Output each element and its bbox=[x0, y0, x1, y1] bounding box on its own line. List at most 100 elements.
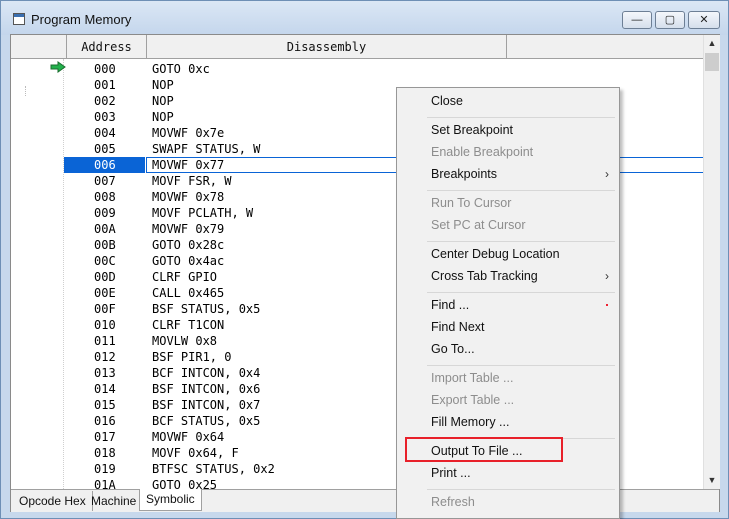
address-cell: 006 bbox=[94, 158, 116, 172]
menu-item-set-pc-at-cursor[interactable]: Set PC at Cursor bbox=[399, 214, 617, 236]
address-cell: 012 bbox=[94, 350, 116, 364]
disassembly-cell: CLRF GPIO bbox=[152, 270, 218, 284]
minimize-button[interactable]: — bbox=[622, 11, 652, 29]
menu-item-find-next[interactable]: Find Next bbox=[399, 316, 617, 338]
menu-item-export-table[interactable]: Export Table ... bbox=[399, 389, 617, 411]
vertical-scrollbar[interactable]: ▲ ▼ bbox=[703, 35, 720, 489]
disassembly-cell: BCF STATUS, 0x5 bbox=[152, 414, 261, 428]
column-header-address[interactable]: Address bbox=[67, 35, 147, 59]
disassembly-cell: NOP bbox=[152, 94, 174, 108]
title-bar[interactable]: Program Memory — ▢ ✕ bbox=[1, 1, 728, 35]
find-marker-dot bbox=[606, 304, 608, 306]
address-cell: 014 bbox=[94, 382, 116, 396]
address-cell: 009 bbox=[94, 206, 116, 220]
table-header: Address Disassembly bbox=[11, 35, 703, 59]
menu-separator bbox=[427, 241, 615, 242]
menu-separator bbox=[427, 292, 615, 293]
menu-item-enable-breakpoint[interactable]: Enable Breakpoint bbox=[399, 141, 617, 163]
disassembly-cell: MOVLW 0x8 bbox=[152, 334, 218, 348]
disassembly-cell: BSF STATUS, 0x5 bbox=[152, 302, 261, 316]
menu-item-label: Set Breakpoint bbox=[431, 123, 513, 137]
disassembly-cell: MOVWF 0x77 bbox=[152, 158, 225, 172]
scroll-up-icon[interactable]: ▲ bbox=[704, 35, 720, 52]
tab-symbolic[interactable]: Symbolic bbox=[139, 489, 202, 511]
address-cell: 00C bbox=[94, 254, 116, 268]
address-cell: 00D bbox=[94, 270, 116, 284]
column-header-disassembly[interactable]: Disassembly bbox=[147, 35, 507, 59]
menu-separator bbox=[427, 365, 615, 366]
address-cell: 008 bbox=[94, 190, 116, 204]
disassembly-cell: BCF INTCON, 0x4 bbox=[152, 366, 261, 380]
disassembly-cell: BTFSC STATUS, 0x2 bbox=[152, 462, 275, 476]
disassembly-cell: BSF PIR1, 0 bbox=[152, 350, 232, 364]
window-title: Program Memory bbox=[31, 12, 132, 27]
menu-item-close[interactable]: Close bbox=[399, 90, 617, 112]
address-cell: 015 bbox=[94, 398, 116, 412]
disassembly-cell: MOVF FSR, W bbox=[152, 174, 232, 188]
disassembly-cell: BSF INTCON, 0x7 bbox=[152, 398, 261, 412]
address-cell: 000 bbox=[94, 62, 116, 76]
menu-item-print[interactable]: Print ... bbox=[399, 462, 617, 484]
tab-opcode-hex[interactable]: Opcode Hex bbox=[13, 491, 93, 511]
gutter-marker bbox=[25, 86, 39, 96]
menu-item-center-debug-location[interactable]: Center Debug Location bbox=[399, 243, 617, 265]
disassembly-cell: NOP bbox=[152, 78, 174, 92]
disassembly-cell: GOTO 0xc bbox=[152, 62, 210, 76]
menu-item-label: Print ... bbox=[431, 466, 471, 480]
menu-separator bbox=[427, 489, 615, 490]
menu-item-set-breakpoint[interactable]: Set Breakpoint bbox=[399, 119, 617, 141]
column-header-extra[interactable] bbox=[507, 35, 703, 59]
close-window-button[interactable]: ✕ bbox=[688, 11, 720, 29]
menu-item-label: Breakpoints bbox=[431, 167, 498, 181]
menu-item-label: Find Next bbox=[431, 320, 485, 334]
disassembly-cell: MOVWF 0x7e bbox=[152, 126, 225, 140]
breakpoint-gutter[interactable] bbox=[11, 59, 64, 489]
menu-item-cross-tab-tracking[interactable]: Cross Tab Tracking › bbox=[399, 265, 617, 287]
disassembly-cell: NOP bbox=[152, 110, 174, 124]
scroll-thumb[interactable] bbox=[705, 53, 719, 71]
column-header-gutter[interactable] bbox=[11, 35, 67, 59]
address-cell: 016 bbox=[94, 414, 116, 428]
address-cell: 019 bbox=[94, 462, 116, 476]
disassembly-cell: GOTO 0x28c bbox=[152, 238, 225, 252]
menu-item-label: Fill Memory ... bbox=[431, 415, 510, 429]
menu-item-label: Refresh bbox=[431, 495, 475, 509]
address-cell: 002 bbox=[94, 94, 116, 108]
menu-item-refresh[interactable]: Refresh bbox=[399, 491, 617, 513]
menu-item-label: Cross Tab Tracking bbox=[431, 269, 538, 283]
address-cell: 00B bbox=[94, 238, 116, 252]
address-cell: 017 bbox=[94, 430, 116, 444]
menu-item-label: Find ... bbox=[431, 298, 470, 312]
address-cell: 00A bbox=[94, 222, 116, 236]
maximize-button[interactable]: ▢ bbox=[655, 11, 685, 29]
address-cell: 003 bbox=[94, 110, 116, 124]
tab-machine[interactable]: Machine bbox=[85, 491, 144, 511]
menu-item-label: Export Table ... bbox=[431, 393, 515, 407]
menu-item-go-to[interactable]: Go To... bbox=[399, 338, 617, 360]
disassembly-cell: MOVWF 0x78 bbox=[152, 190, 225, 204]
menu-item-label: Import Table ... bbox=[431, 371, 514, 385]
address-cell: 011 bbox=[94, 334, 116, 348]
menu-item-label: Center Debug Location bbox=[431, 247, 560, 261]
disassembly-cell: BSF INTCON, 0x6 bbox=[152, 382, 261, 396]
address-cell: 007 bbox=[94, 174, 116, 188]
menu-item-import-table[interactable]: Import Table ... bbox=[399, 367, 617, 389]
disassembly-cell: MOVF PCLATH, W bbox=[152, 206, 254, 220]
menu-item-breakpoints[interactable]: Breakpoints › bbox=[399, 163, 617, 185]
address-cell: 005 bbox=[94, 142, 116, 156]
menu-item-label: Set PC at Cursor bbox=[431, 218, 526, 232]
menu-item-run-to-cursor[interactable]: Run To Cursor bbox=[399, 192, 617, 214]
menu-item-find[interactable]: Find ... bbox=[399, 294, 617, 316]
scroll-down-icon[interactable]: ▼ bbox=[704, 472, 720, 489]
disassembly-cell: MOVWF 0x79 bbox=[152, 222, 225, 236]
address-cell: 00F bbox=[94, 302, 116, 316]
menu-item-label: Close bbox=[431, 94, 463, 108]
menu-item-fill-memory[interactable]: Fill Memory ... bbox=[399, 411, 617, 433]
address-cell: 01A bbox=[94, 478, 116, 489]
table-row[interactable]: 000 GOTO 0xc bbox=[64, 61, 704, 77]
menu-separator bbox=[427, 190, 615, 191]
annotation-highlight-box bbox=[405, 437, 563, 462]
disassembly-cell: CALL 0x465 bbox=[152, 286, 225, 300]
disassembly-cell: CLRF T1CON bbox=[152, 318, 225, 332]
address-cell: 013 bbox=[94, 366, 116, 380]
